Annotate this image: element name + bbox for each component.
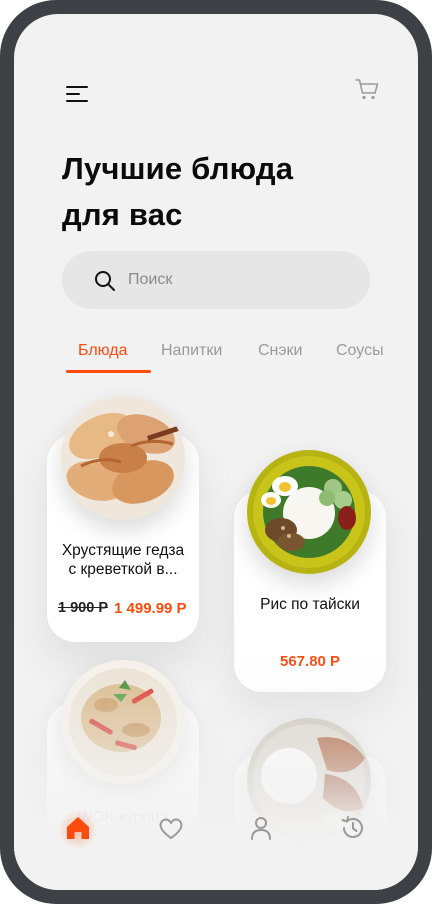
search-bar[interactable] [62,251,370,309]
user-icon[interactable] [247,814,275,842]
product-old-price: 1 900 Р [58,600,108,616]
category-tabs: Блюда Напитки Снэки Соусы [14,342,418,382]
page-title: Лучшие блюда для вас [62,146,293,238]
product-name-line2: с креветкой в... [68,561,178,578]
heart-icon[interactable] [157,814,185,842]
home-icon[interactable] [64,814,92,842]
history-icon[interactable] [339,814,367,842]
menu-icon[interactable] [66,84,90,104]
cart-icon[interactable] [354,76,380,102]
tab-snacks[interactable]: Снэки [258,342,303,360]
tab-dishes[interactable]: Блюда [78,342,128,360]
product-price: 1 499.99 Р [114,600,187,617]
page-title-line2: для вас [62,197,183,232]
page-title-line1: Лучшие блюда [62,151,294,186]
product-name: Хрустящие гедза с креветкой в... [47,541,199,579]
product-image-thai-rice [247,450,371,574]
product-price: 567.80 Р [280,653,341,670]
product-image-gyoza [61,396,185,520]
phone-frame: Лучшие блюда для вас Блюда Напитки Снэки… [0,0,432,904]
active-tab-indicator [66,370,151,373]
product-name-line1: Хрустящие гедза [61,542,185,559]
tab-sauces[interactable]: Соусы [336,342,384,360]
product-name: Рис по тайски [260,596,360,613]
app-screen: Лучшие блюда для вас Блюда Напитки Снэки… [14,14,418,890]
search-input[interactable] [128,269,348,291]
tab-drinks[interactable]: Напитки [161,342,222,360]
search-icon [95,271,115,291]
product-image-wok [61,660,185,784]
